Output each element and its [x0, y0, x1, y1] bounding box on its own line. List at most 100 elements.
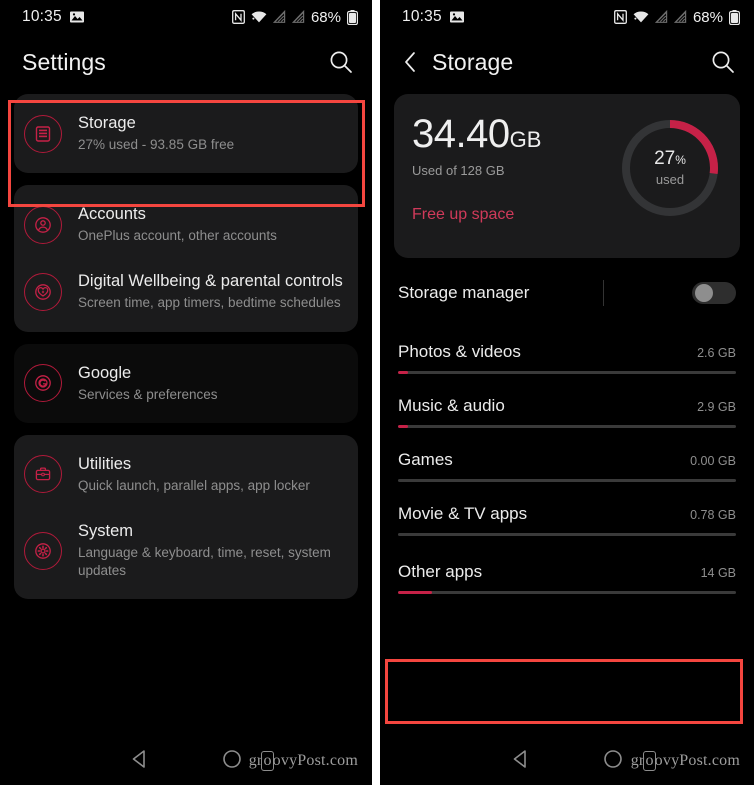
storage-usage-card[interactable]: 34.40GB Used of 128 GB Free up space 27%…	[394, 94, 740, 258]
settings-group-storage: Storage 27% used - 93.85 GB free	[14, 94, 358, 174]
storage-manager-label: Storage manager	[398, 283, 530, 302]
storage-usage-donut: 27% used	[618, 116, 722, 220]
wellbeing-heart-icon	[24, 272, 62, 311]
settings-item-text: Digital Wellbeing & parental controls Sc…	[78, 271, 343, 312]
settings-item-title: Digital Wellbeing & parental controls	[78, 272, 343, 291]
toggle-knob	[695, 284, 713, 302]
status-bar-clock: 10:35	[402, 8, 442, 25]
category-size: 0.00 GB	[690, 454, 736, 468]
category-progress-fill	[398, 591, 432, 594]
status-bar-right: 68%	[232, 8, 359, 26]
storage-categories-list: Photos & videos 2.6 GB Music & audio 2.9…	[380, 320, 754, 594]
watermark-suffix: ovyPost.com	[654, 752, 740, 769]
right-phone-storage-screen: 10:35 68% Storage 34.40GB Used of 128 GB…	[380, 0, 754, 785]
vertical-divider	[603, 280, 605, 306]
storage-manager-row[interactable]: Storage manager	[398, 258, 736, 320]
category-name: Other apps	[398, 562, 483, 581]
settings-item-subtitle: Quick launch, parallel apps, app locker	[78, 477, 310, 493]
settings-item-text: Storage 27% used - 93.85 GB free	[78, 113, 234, 154]
storage-category-music-audio[interactable]: Music & audio 2.9 GB	[398, 374, 736, 428]
nfc-icon	[232, 10, 245, 24]
free-up-space-link[interactable]: Free up space	[412, 206, 618, 224]
status-bar-left: 10:35	[22, 8, 84, 26]
settings-item-text: Utilities Quick launch, parallel apps, a…	[78, 454, 310, 495]
category-head: Other apps 14 GB	[398, 562, 736, 582]
signal-empty-icon	[272, 9, 286, 24]
groovypost-watermark: groovyPost.com	[249, 751, 358, 771]
sidebar-item-storage[interactable]: Storage 27% used - 93.85 GB free	[14, 100, 358, 167]
battery-icon	[347, 9, 359, 25]
category-head: Photos & videos 2.6 GB	[398, 342, 736, 362]
storage-manager-toggle[interactable]	[692, 282, 736, 304]
category-progress-fill	[398, 425, 409, 428]
status-bar: 10:35 68%	[0, 0, 372, 34]
storage-used-unit: GB	[509, 127, 542, 152]
page-title: Settings	[22, 48, 106, 75]
settings-list: Storage 27% used - 93.85 GB free Account…	[0, 90, 372, 600]
triangle-back-icon[interactable]	[129, 748, 151, 770]
status-bar: 10:35 68%	[380, 0, 754, 34]
settings-item-text: Accounts OnePlus account, other accounts	[78, 204, 277, 245]
storage-percent-used: 27%	[654, 149, 686, 168]
circle-home-icon[interactable]	[221, 748, 243, 770]
chevron-left-icon[interactable]	[402, 50, 418, 74]
status-bar-clock: 10:35	[22, 8, 62, 25]
settings-group-utilities: Utilities Quick launch, parallel apps, a…	[14, 434, 358, 600]
category-head: Games 0.00 GB	[398, 450, 736, 470]
storage-app-bar: Storage	[380, 34, 754, 90]
circle-home-icon[interactable]	[602, 748, 624, 770]
groovypost-watermark: groovyPost.com	[631, 751, 740, 771]
screenshot-stage: 10:35 68% Settings Storage 27% used - 93…	[0, 0, 754, 785]
settings-item-title: System	[78, 521, 134, 540]
settings-group-accounts: Accounts OnePlus account, other accounts…	[14, 185, 358, 332]
battery-percent-label: 68%	[310, 8, 341, 26]
category-name: Photos & videos	[398, 342, 521, 361]
signal-empty-icon	[654, 9, 668, 24]
storage-category-other-apps[interactable]: Other apps 14 GB	[398, 536, 736, 594]
screenshot-icon	[69, 10, 84, 24]
donut-center-label: 27% used	[618, 116, 722, 220]
settings-group-google: Google Services & preferences	[14, 343, 358, 423]
settings-item-subtitle: Language & keyboard, time, reset, system…	[78, 545, 331, 579]
storage-category-games[interactable]: Games 0.00 GB	[398, 428, 736, 482]
account-icon	[24, 205, 62, 244]
storage-used-value: 34.40	[412, 112, 510, 156]
sidebar-item-utilities[interactable]: Utilities Quick launch, parallel apps, a…	[14, 441, 358, 508]
storage-percent-caption: used	[655, 172, 685, 187]
category-size: 14 GB	[700, 566, 736, 580]
category-head: Music & audio 2.9 GB	[398, 396, 736, 416]
settings-item-title: Storage	[78, 114, 136, 132]
category-progress-bar	[398, 591, 736, 594]
watermark-suffix: ovyPost.com	[272, 752, 358, 769]
category-progress-bar	[398, 371, 736, 374]
storage-icon	[24, 114, 62, 153]
wifi-icon	[633, 10, 649, 24]
storage-category-photos-videos[interactable]: Photos & videos 2.6 GB	[398, 320, 736, 374]
category-progress-bar	[398, 479, 736, 482]
battery-icon	[729, 9, 741, 25]
category-head: Movie & TV apps 0.78 GB	[398, 504, 736, 524]
nfc-icon	[614, 10, 627, 24]
google-icon	[24, 364, 62, 403]
triangle-back-icon[interactable]	[510, 748, 532, 770]
sidebar-item-google[interactable]: Google Services & preferences	[14, 350, 358, 417]
screenshot-icon	[449, 10, 464, 24]
settings-item-title: Google	[78, 363, 132, 382]
settings-item-title: Accounts	[78, 205, 146, 224]
storage-category-movie-tv-apps[interactable]: Movie & TV apps 0.78 GB	[398, 482, 736, 536]
category-name: Movie & TV apps	[398, 504, 528, 523]
status-bar-left: 10:35	[402, 8, 464, 26]
sidebar-item-accounts[interactable]: Accounts OnePlus account, other accounts	[14, 191, 358, 258]
settings-item-text: Google Services & preferences	[78, 363, 218, 404]
storage-usage-text: 34.40GB Used of 128 GB Free up space	[412, 112, 618, 224]
settings-item-subtitle: OnePlus account, other accounts	[78, 228, 277, 244]
search-icon[interactable]	[710, 49, 736, 75]
settings-item-text: System Language & keyboard, time, reset,…	[78, 521, 344, 580]
category-size: 0.78 GB	[690, 508, 736, 522]
sidebar-item-digital-wellbeing[interactable]: Digital Wellbeing & parental controls Sc…	[14, 258, 358, 325]
search-icon[interactable]	[328, 49, 354, 75]
category-progress-fill	[398, 371, 409, 374]
sidebar-item-system[interactable]: System Language & keyboard, time, reset,…	[14, 508, 358, 593]
left-phone-settings-screen: 10:35 68% Settings Storage 27% used - 93…	[0, 0, 372, 785]
watermark-prefix: gr	[630, 752, 645, 769]
